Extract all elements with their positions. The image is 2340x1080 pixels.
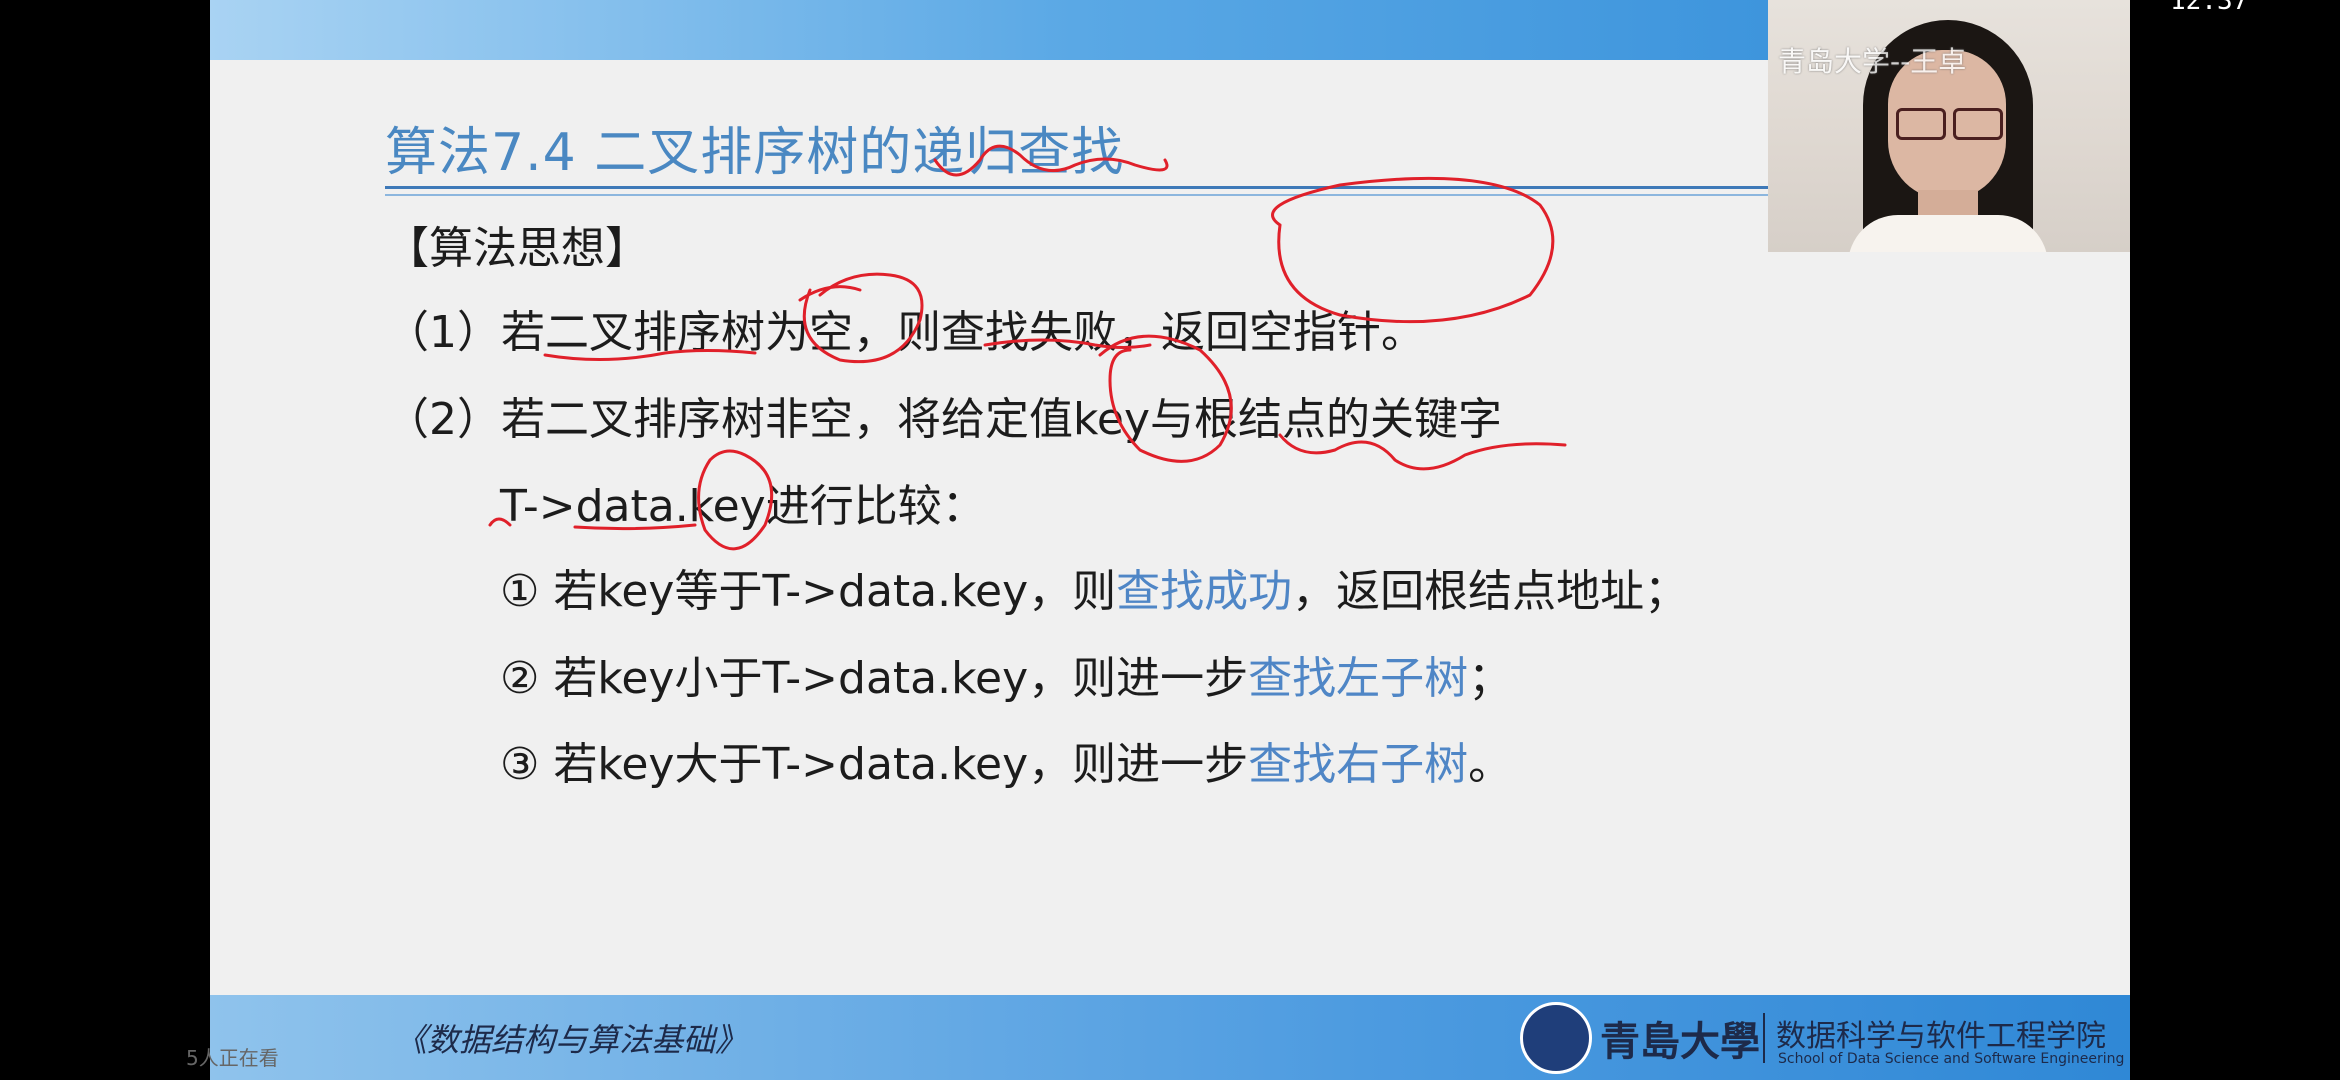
viewer-count: 5人正在看 — [186, 1046, 279, 1070]
annotation-circle-data-key — [697, 449, 774, 551]
annotation-circle-nullptr — [1271, 176, 1555, 324]
annotation-underline-bst — [543, 349, 757, 362]
glasses-icon — [1953, 108, 2003, 140]
annotation-circle-empty — [798, 272, 924, 364]
annotation-underline-keyword — [1278, 433, 1567, 471]
webcam-overlay: 青岛大学--王卓 — [1768, 0, 2130, 252]
annotation-title-underline — [933, 144, 1169, 177]
presenter-shirt — [1848, 215, 2048, 252]
annotation-underline-datakey — [488, 517, 697, 531]
annotation-circle-key — [1098, 334, 1233, 463]
webcam-watermark: 青岛大学--王卓 — [1778, 45, 1967, 78]
glasses-icon — [1896, 108, 1946, 140]
